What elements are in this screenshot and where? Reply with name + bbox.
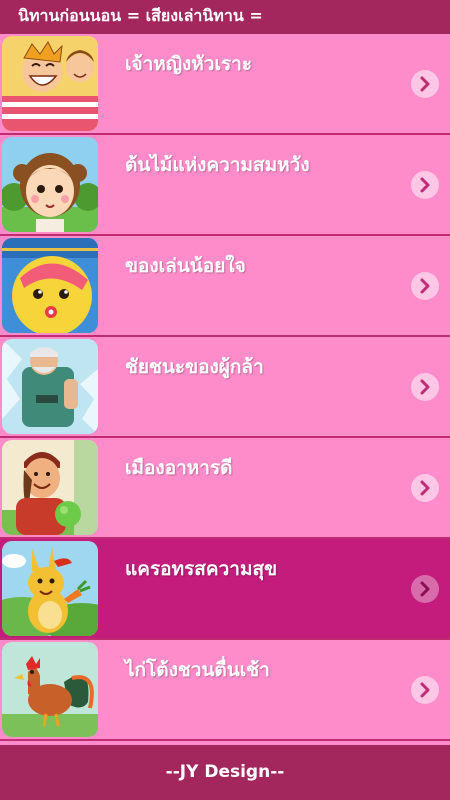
wishing-tree-girl-thumbnail — [2, 137, 98, 232]
story-row-happy-carrot[interactable]: แครอทรสความสุข — [0, 539, 450, 640]
chevron-right-icon[interactable] — [411, 676, 439, 704]
chevron-right-icon[interactable] — [411, 373, 439, 401]
food-city-thumbnail — [2, 440, 98, 535]
chevron-right-icon[interactable] — [411, 575, 439, 603]
story-row-rooster[interactable]: ไก่โต้งชวนตื่นเช้า — [0, 640, 450, 741]
laughing-princess-thumbnail — [2, 36, 98, 131]
story-row-food-city[interactable]: เมืองอาหารดี — [0, 438, 450, 539]
story-title: แครอทรสความสุข — [125, 558, 278, 580]
story-title: ชัยชนะของผู้กล้า — [125, 356, 264, 378]
story-row-sad-toy[interactable]: ของเล่นน้อยใจ — [0, 236, 450, 337]
chevron-right-icon[interactable] — [411, 171, 439, 199]
story-list: เจ้าหญิงหัวเราะ ต้นไม้แห่งความสมหวัง ของ… — [0, 34, 450, 741]
chevron-right-icon[interactable] — [411, 474, 439, 502]
story-title: ของเล่นน้อยใจ — [125, 255, 246, 277]
story-row-brave-warrior[interactable]: ชัยชนะของผู้กล้า — [0, 337, 450, 438]
chevron-right-icon[interactable] — [411, 272, 439, 300]
story-title: เจ้าหญิงหัวเราะ — [125, 53, 253, 75]
story-row-wishing-tree[interactable]: ต้นไม้แห่งความสมหวัง — [0, 135, 450, 236]
header-title: นิทานก่อนนอน = เสียงเล่านิทาน = — [18, 6, 263, 25]
footer-label: --JY Design-- — [165, 762, 285, 782]
story-row-laughing-princess[interactable]: เจ้าหญิงหัวเราะ — [0, 34, 450, 135]
happy-kangaroo-thumbnail — [2, 541, 98, 636]
story-title: ไก่โต้งชวนตื่นเช้า — [125, 659, 270, 681]
chevron-right-icon[interactable] — [411, 70, 439, 98]
footer-credit: --JY Design-- — [0, 745, 450, 800]
sad-toy-ball-thumbnail — [2, 238, 98, 333]
rooster-thumbnail — [2, 642, 98, 737]
story-title: เมืองอาหารดี — [125, 457, 233, 479]
story-title: ต้นไม้แห่งความสมหวัง — [125, 154, 310, 176]
brave-warrior-thumbnail — [2, 339, 98, 434]
app-header: นิทานก่อนนอน = เสียงเล่านิทาน = — [0, 0, 450, 34]
